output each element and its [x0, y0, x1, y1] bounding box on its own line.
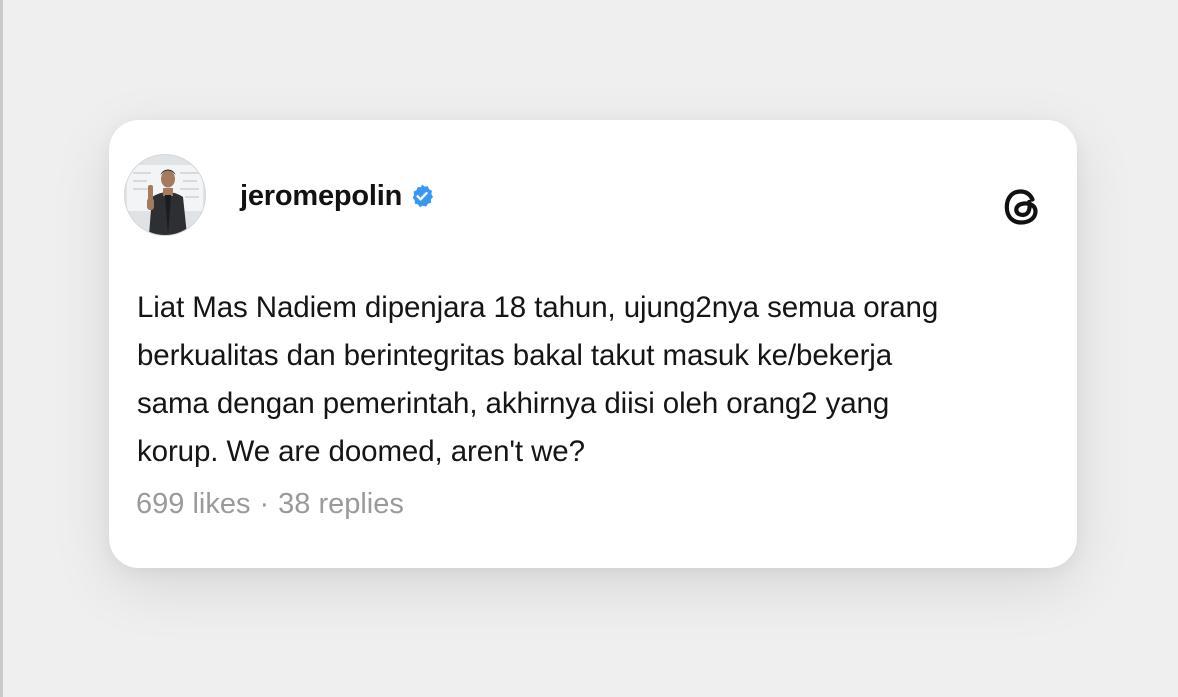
- likes-count[interactable]: 699 likes: [136, 488, 250, 521]
- author-row: jeromepolin: [240, 178, 435, 214]
- post-body: Liat Mas Nadiem dipenjara 18 tahun, ujun…: [137, 284, 1067, 476]
- verified-badge-icon: [409, 183, 435, 209]
- post-text-line: berkualitas dan berintegritas bakal taku…: [137, 339, 893, 372]
- post-text-line: sama dengan pemerintah, akhirnya diisi o…: [137, 387, 890, 420]
- post-card: jeromepolin Liat Mas Nadiem dipenjara 18…: [109, 120, 1077, 568]
- post-text-line: Liat Mas Nadiem dipenjara 18 tahun, ujun…: [137, 291, 939, 324]
- replies-count[interactable]: 38 replies: [278, 488, 404, 521]
- avatar-image: [125, 155, 205, 235]
- threads-logo-icon[interactable]: [999, 184, 1045, 230]
- left-edge-border: [0, 0, 3, 697]
- stats-separator: ·: [259, 488, 270, 520]
- avatar[interactable]: [125, 155, 205, 235]
- post-stats: 699 likes · 38 replies: [136, 488, 404, 521]
- username[interactable]: jeromepolin: [240, 180, 402, 213]
- post-text-line: korup. We are doomed, aren't we?: [137, 435, 585, 468]
